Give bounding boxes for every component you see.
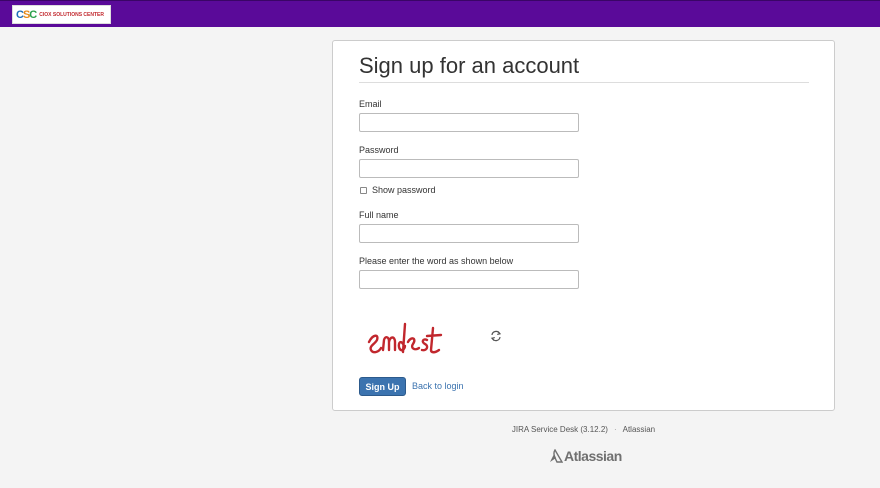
title-divider <box>359 82 809 83</box>
refresh-icon[interactable] <box>490 330 502 342</box>
page-title: Sign up for an account <box>359 53 580 78</box>
footer-separator: · <box>613 425 617 434</box>
fullname-field[interactable] <box>359 224 579 243</box>
atlassian-wordmark: Atlassian <box>564 448 622 464</box>
password-field[interactable] <box>359 159 579 178</box>
captcha-field[interactable] <box>359 270 579 289</box>
footer-product-link[interactable]: JIRA Service Desk (3.12.2) <box>512 425 608 434</box>
fullname-label: Full name <box>359 210 399 220</box>
company-logo[interactable]: CSC CIOX SOLUTIONS CENTER <box>12 5 111 24</box>
captcha-image <box>367 322 443 354</box>
email-field[interactable] <box>359 113 579 132</box>
logo-text: CIOX SOLUTIONS CENTER <box>39 11 104 18</box>
top-header-bar: CSC CIOX SOLUTIONS CENTER <box>0 0 880 27</box>
atlassian-icon <box>550 449 563 463</box>
show-password-checkbox[interactable] <box>360 187 367 194</box>
password-label: Password <box>359 145 399 155</box>
atlassian-logo[interactable]: Atlassian <box>549 448 622 464</box>
sign-up-button[interactable]: Sign Up <box>359 377 406 396</box>
show-password-label[interactable]: Show password <box>372 185 436 195</box>
logo-mark: CSC <box>16 8 37 21</box>
back-to-login-link[interactable]: Back to login <box>412 381 464 391</box>
footer: JIRA Service Desk (3.12.2) · Atlassian <box>332 425 835 434</box>
signup-panel: Sign up for an account Email Password Sh… <box>332 40 835 411</box>
captcha-label: Please enter the word as shown below <box>359 256 514 266</box>
email-label: Email <box>359 99 382 109</box>
footer-vendor-link[interactable]: Atlassian <box>623 425 655 434</box>
